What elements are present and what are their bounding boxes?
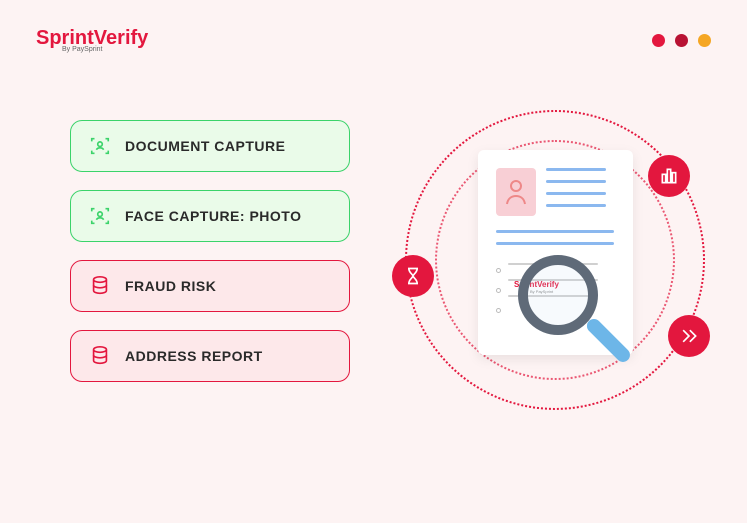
window-dots [652, 34, 711, 47]
dot-red [652, 34, 665, 47]
doc-line [496, 242, 614, 245]
doc-line [496, 230, 614, 233]
doc-line [546, 192, 606, 195]
doc-line [546, 168, 606, 171]
pill-label: FACE CAPTURE: PHOTO [125, 208, 301, 224]
pill-document-capture: DOCUMENT CAPTURE [70, 120, 350, 172]
doc-line [546, 204, 606, 207]
brand-logo: SprintVerify By PaySprint [36, 28, 148, 53]
person-icon [504, 178, 528, 206]
pill-label: DOCUMENT CAPTURE [125, 138, 285, 154]
bullet-icon [496, 288, 501, 293]
face-scan-icon [89, 205, 111, 227]
database-icon [89, 345, 111, 367]
magnifier-icon [518, 255, 638, 375]
pill-label: ADDRESS REPORT [125, 348, 263, 364]
database-icon [89, 275, 111, 297]
document-illustration: SprintVerify By PaySprint [400, 105, 710, 415]
fast-forward-icon [679, 326, 699, 346]
pill-label: FRAUD RISK [125, 278, 216, 294]
face-scan-icon [89, 135, 111, 157]
bullet-icon [496, 308, 501, 313]
pill-address-report: ADDRESS REPORT [70, 330, 350, 382]
badge-barchart [648, 155, 690, 197]
avatar-placeholder [496, 168, 536, 216]
dot-darkred [675, 34, 688, 47]
badge-fastforward [668, 315, 710, 357]
pill-fraud-risk: FRAUD RISK [70, 260, 350, 312]
dot-orange [698, 34, 711, 47]
bullet-icon [496, 268, 501, 273]
badge-hourglass [392, 255, 434, 297]
pill-face-capture: FACE CAPTURE: PHOTO [70, 190, 350, 242]
hourglass-icon [403, 266, 423, 286]
doc-line [546, 180, 606, 183]
feature-list: DOCUMENT CAPTURE FACE CAPTURE: PHOTO FRA… [70, 120, 350, 382]
bar-chart-icon [659, 166, 679, 186]
